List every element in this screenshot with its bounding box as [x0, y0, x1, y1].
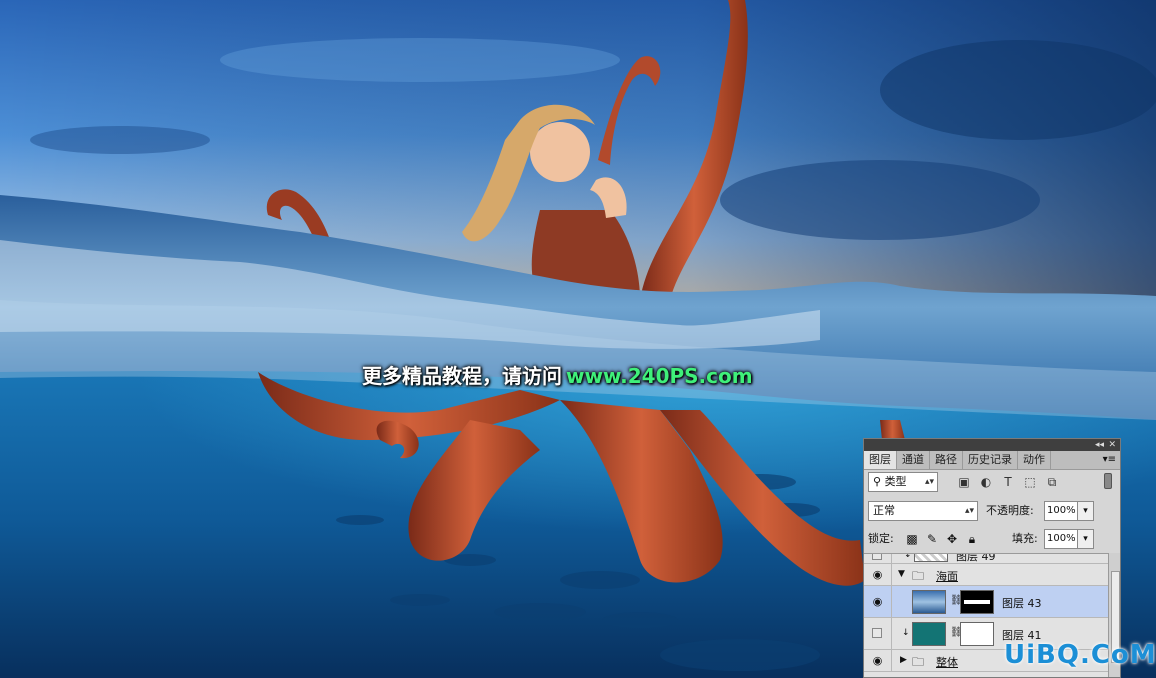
pixel-filter-icon[interactable]: ▣	[956, 474, 972, 490]
tab-history[interactable]: 历史记录	[963, 451, 1018, 469]
search-icon: ⚲	[873, 475, 885, 488]
layer-mask-thumbnail[interactable]	[960, 590, 994, 614]
layer-thumbnail	[912, 622, 946, 646]
eye-icon: ◉	[872, 594, 883, 608]
visibility-toggle[interactable]	[864, 554, 892, 563]
layer-group-row[interactable]: ◉ ▼ 🗀︎ 海面	[864, 564, 1108, 586]
tab-paths[interactable]: 路径	[930, 451, 963, 469]
folder-icon: 🗀︎	[912, 655, 925, 669]
lock-all-icon[interactable]: 🔒︎	[964, 531, 980, 547]
eye-icon: ◉	[872, 653, 883, 667]
filter-toggle[interactable]	[1104, 473, 1112, 489]
folder-icon: 🗀︎	[912, 569, 925, 583]
eye-icon: ◉	[872, 567, 883, 581]
clip-arrow-icon: ↓	[904, 553, 912, 560]
smart-object-filter-icon[interactable]: ⧉	[1044, 474, 1060, 490]
panel-menu-icon[interactable]: ▾≡	[1103, 451, 1116, 469]
blend-row: 正常 ▴▾ 不透明度: 100% ▾	[868, 501, 1116, 523]
tab-actions[interactable]: 动作	[1018, 451, 1051, 469]
chevron-right-icon[interactable]: ▶	[900, 655, 907, 665]
tab-layers[interactable]: 图层	[864, 451, 897, 469]
lock-move-icon[interactable]: ✥	[944, 531, 960, 547]
watermark-chinese-text: 更多精品教程，请访问	[362, 364, 562, 388]
layer-thumbnail	[914, 554, 948, 562]
lock-label: 锁定:	[868, 532, 894, 545]
hidden-box-icon	[872, 554, 882, 560]
layer-thumbnail	[912, 590, 946, 614]
chevron-down-icon: ▴▾	[964, 506, 974, 516]
blend-mode-label: 正常	[873, 504, 895, 517]
adjustment-filter-icon[interactable]: ◐	[978, 474, 994, 490]
clip-arrow-icon: ↓	[902, 628, 910, 638]
layer-row[interactable]: ↓ 图层 49	[864, 553, 1108, 564]
layer-name: 图层 43	[1002, 597, 1042, 610]
blend-mode-select[interactable]: 正常 ▴▾	[868, 501, 978, 521]
hidden-box-icon	[872, 627, 882, 638]
chevron-down-icon[interactable]: ▼	[898, 569, 905, 579]
layer-mask-thumbnail[interactable]	[960, 622, 994, 646]
opacity-dropdown-button[interactable]: ▾	[1078, 501, 1094, 521]
filter-kind-select[interactable]: ⚲ 类型 ▴▾	[868, 472, 938, 492]
visibility-toggle[interactable]: ◉	[864, 650, 892, 671]
fill-label: 填充:	[1012, 532, 1038, 545]
panel-tabs: 图层 通道 路径 历史记录 动作 ▾≡	[864, 451, 1120, 470]
panel-title-bar[interactable]: ◂◂ ✕	[864, 439, 1120, 451]
visibility-toggle[interactable]: ◉	[864, 586, 892, 617]
group-name: 整体	[936, 656, 958, 669]
group-name: 海面	[936, 570, 958, 583]
filter-kind-label: 类型	[884, 475, 907, 488]
fill-input[interactable]: 100%	[1044, 529, 1078, 549]
lock-brush-icon[interactable]: ✎	[924, 531, 940, 547]
filter-row: ⚲ 类型 ▴▾ ▣ ◐ T ⬚ ⧉	[868, 472, 1116, 494]
visibility-toggle[interactable]	[864, 618, 892, 649]
shape-filter-icon[interactable]: ⬚	[1022, 474, 1038, 490]
layer-name: 图层 49	[956, 553, 996, 563]
corner-logo: UiBQ.CoM	[1004, 640, 1156, 670]
collapse-icon[interactable]: ◂◂	[1095, 439, 1104, 451]
chevron-down-icon: ▴▾	[924, 477, 934, 487]
opacity-label: 不透明度:	[986, 504, 1034, 517]
fill-dropdown-button[interactable]: ▾	[1078, 529, 1094, 549]
lock-transparent-icon[interactable]: ▩	[904, 531, 920, 547]
watermark-text: 更多精品教程，请访问 www.240PS.com	[362, 360, 753, 388]
close-icon[interactable]: ✕	[1108, 439, 1116, 451]
layer-row-selected[interactable]: ◉ ⛓︎ 图层 43	[864, 586, 1108, 618]
visibility-toggle[interactable]: ◉	[864, 564, 892, 585]
lock-row: 锁定: ▩ ✎ ✥ 🔒︎ 填充: 100% ▾	[868, 529, 1116, 551]
watermark-url[interactable]: www.240PS.com	[566, 364, 753, 388]
tab-channels[interactable]: 通道	[897, 451, 930, 469]
opacity-input[interactable]: 100%	[1044, 501, 1078, 521]
type-filter-icon[interactable]: T	[1000, 474, 1016, 490]
